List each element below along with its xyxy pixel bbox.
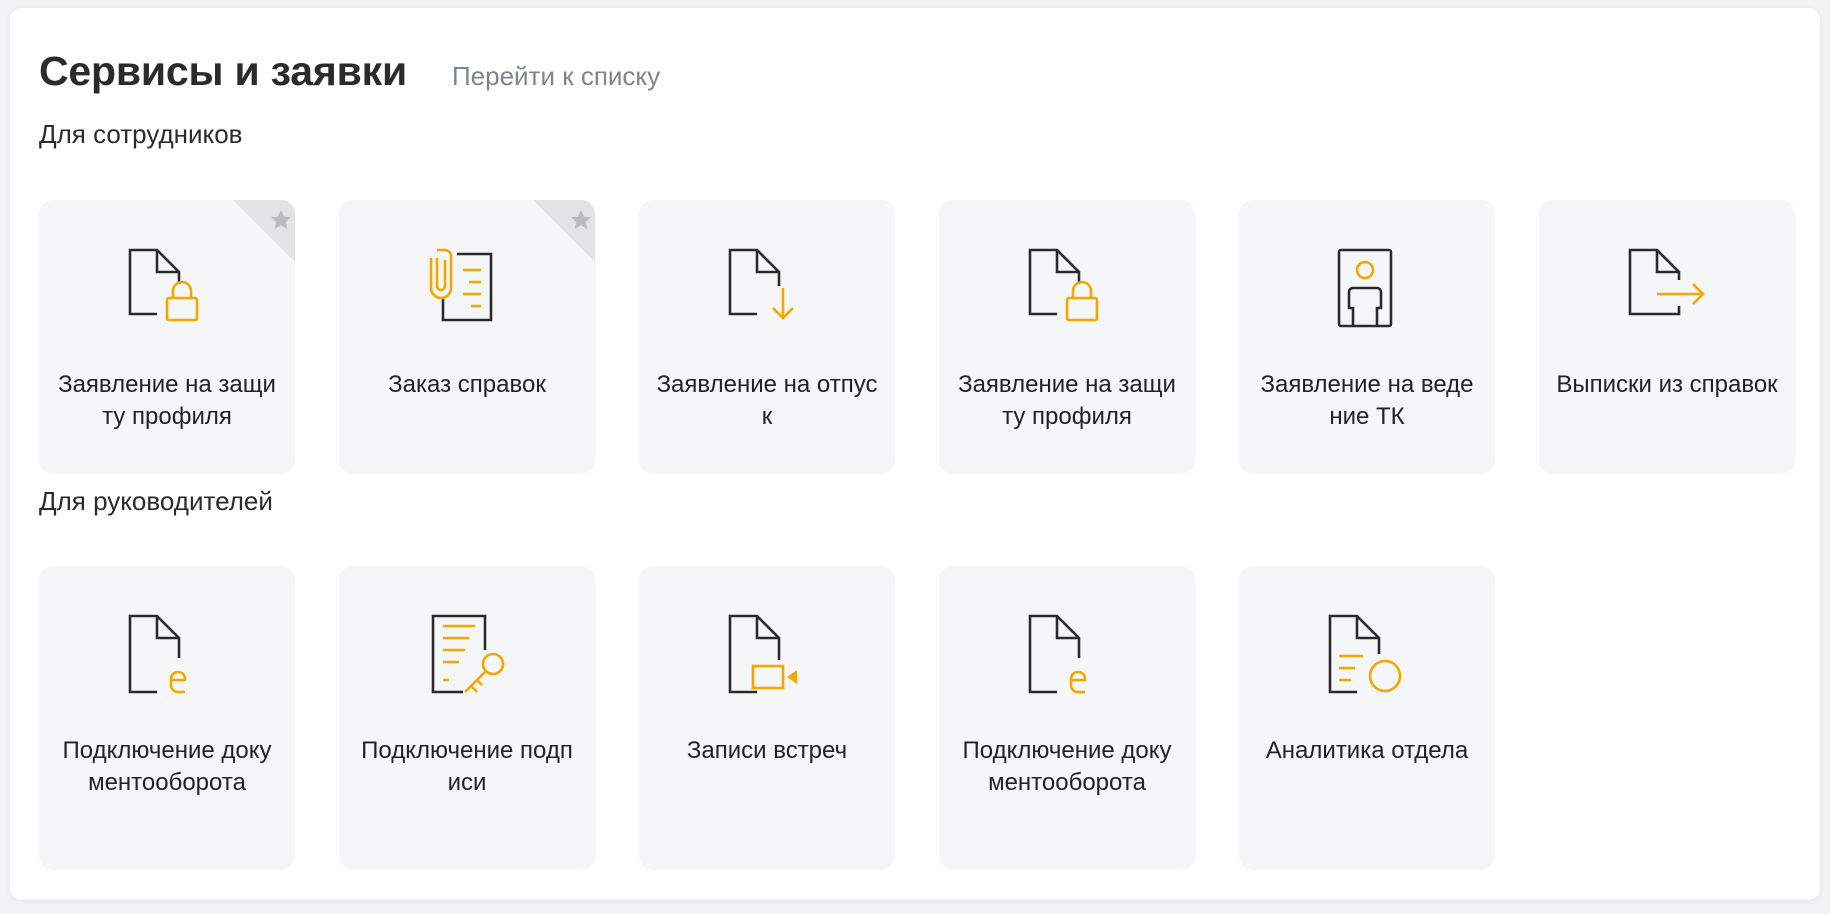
document-person-icon	[1337, 248, 1393, 328]
service-card[interactable]: Заявление на ведение ТК	[1239, 200, 1495, 474]
service-card[interactable]: Подключение подписи	[339, 566, 595, 870]
document-circle-icon	[1328, 614, 1402, 694]
page-title: Сервисы и заявки	[39, 48, 407, 94]
document-download-icon	[728, 248, 794, 320]
service-card[interactable]: Заявление на отпуск	[639, 200, 895, 474]
service-card-label: Аналитика отдела	[1265, 737, 1469, 764]
service-card-label: Подключение документооборота	[962, 737, 1172, 796]
document-e-icon	[128, 614, 187, 694]
managers-grid: Подключение документооборота Подключение…	[39, 566, 1495, 870]
service-card-label: Подключение подписи	[361, 737, 573, 796]
document-arrow-icon	[1628, 248, 1705, 316]
header: Сервисы и заявки Перейти к списку	[39, 48, 660, 95]
document-lock-icon	[1028, 248, 1099, 322]
service-card[interactable]: Заявление на защиту профиля	[39, 200, 295, 474]
services-panel: Сервисы и заявки Перейти к списку Для со…	[10, 8, 1820, 900]
service-card-label: Выписки из справок	[1556, 371, 1778, 398]
section-title-managers: Для руководителей	[39, 486, 273, 516]
service-card[interactable]: Подключение документооборота	[939, 566, 1195, 870]
service-card[interactable]: Записи встреч	[639, 566, 895, 870]
document-lock-icon	[128, 248, 199, 322]
section-title-employees: Для сотрудников	[39, 119, 243, 149]
service-card-label: Записи встреч	[686, 737, 848, 764]
service-card[interactable]: Выписки из справок	[1539, 200, 1795, 474]
service-card[interactable]: Подключение документооборота	[39, 566, 295, 870]
document-key-icon	[431, 614, 505, 694]
go-to-list-link[interactable]: Перейти к списку	[452, 61, 660, 92]
service-card[interactable]: Заявление на защиту профиля	[939, 200, 1195, 474]
star-icon[interactable]	[569, 208, 593, 232]
service-card[interactable]: Заказ справок	[339, 200, 595, 474]
document-video-icon	[728, 614, 797, 694]
service-card-label: Заявление на ведение ТК	[1260, 371, 1474, 430]
star-icon[interactable]	[269, 208, 293, 232]
document-clip-icon	[429, 248, 493, 322]
service-card-label: Заявление на отпуск	[656, 371, 878, 430]
service-card-label: Заявление на защиту профиля	[958, 371, 1176, 430]
service-card-label: Заявление на защиту профиля	[58, 371, 276, 430]
service-card-label: Подключение документооборота	[62, 737, 272, 796]
document-e-icon	[1028, 614, 1087, 694]
service-card[interactable]: Аналитика отдела	[1239, 566, 1495, 870]
employees-grid: Заявление на защиту профиля Заказ справо…	[39, 200, 1795, 474]
service-card-label: Заказ справок	[388, 371, 546, 398]
